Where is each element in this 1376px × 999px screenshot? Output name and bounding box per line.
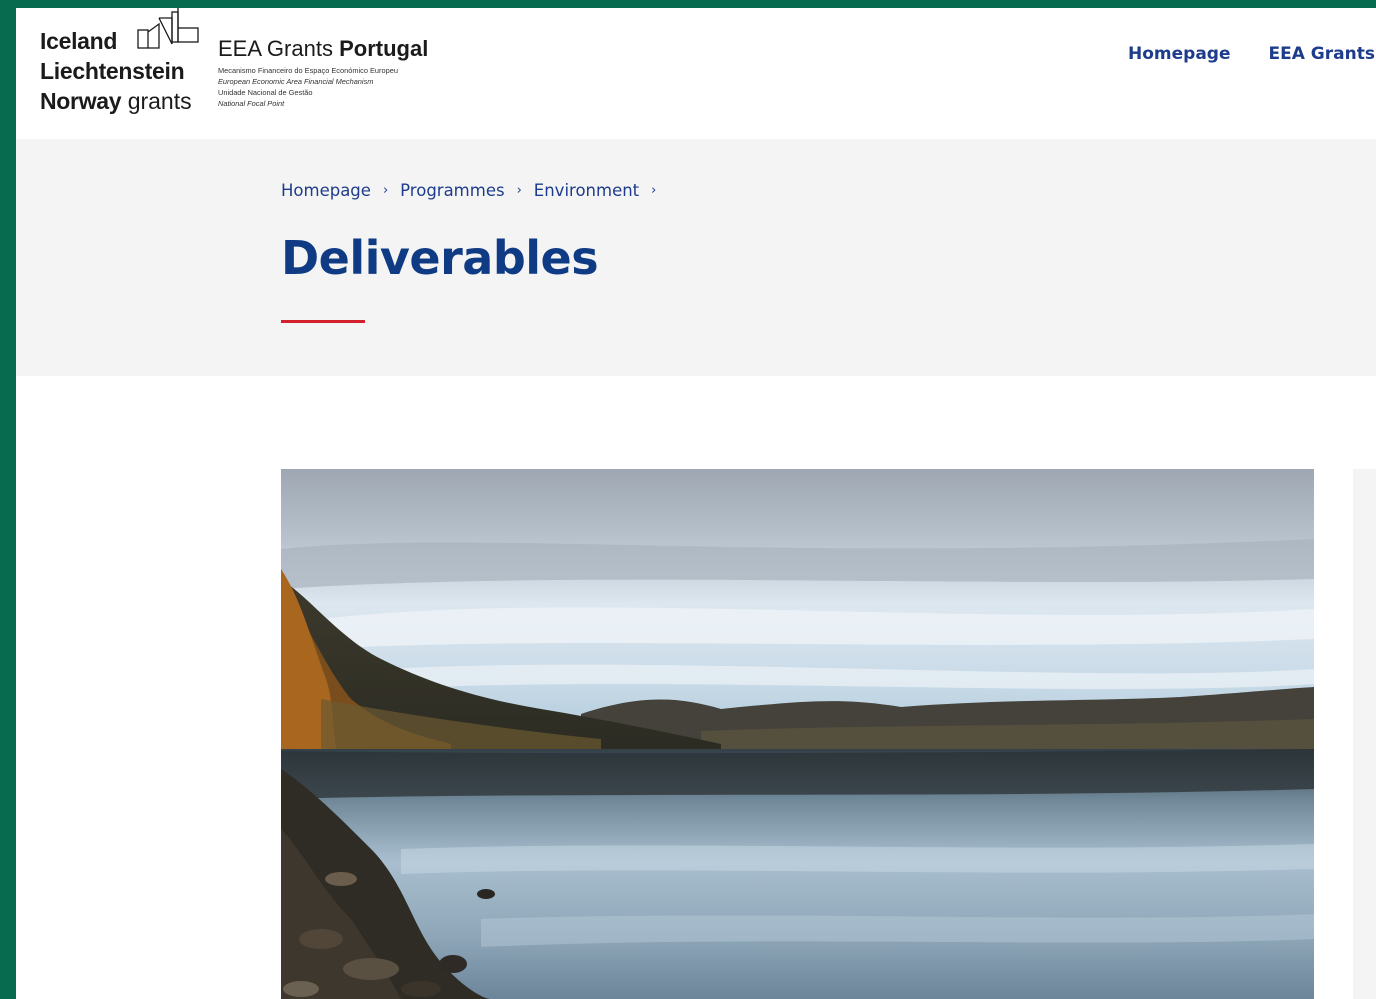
nav-link-homepage[interactable]: Homepage — [1128, 44, 1231, 64]
main-nav: Homepage EEA Grants — [1128, 44, 1375, 64]
page-header-band: Homepage › Programmes › Environment › De… — [16, 139, 1376, 376]
breadcrumb: Homepage › Programmes › Environment › — [281, 181, 668, 200]
logo-line-iceland: Iceland — [40, 28, 118, 54]
site-header: Iceland Liechtenstein Norway grants EEA … — [16, 8, 1376, 139]
logo-line-liechtenstein: Liechtenstein — [40, 58, 185, 84]
breadcrumb-programmes[interactable]: Programmes — [400, 181, 504, 200]
portugal-logo-title-normal: EEA Grants — [218, 36, 333, 61]
nav-link-eea-grants[interactable]: EEA Grants — [1269, 44, 1375, 64]
breadcrumb-environment[interactable]: Environment — [534, 181, 639, 200]
portugal-logo-sub3: Unidade Nacional de Gestão — [218, 88, 313, 97]
portugal-logo-title-bold: Portugal — [339, 36, 429, 61]
page-title: Deliverables — [281, 231, 599, 285]
portugal-logo-sub4: National Focal Point — [218, 99, 285, 108]
breadcrumb-separator-icon: › — [382, 183, 389, 198]
portugal-logo-sub2: European Economic Area Financial Mechani… — [218, 77, 374, 86]
breadcrumb-separator-icon: › — [516, 183, 522, 198]
title-underline — [281, 320, 365, 323]
breadcrumb-homepage[interactable]: Homepage — [281, 181, 371, 200]
logo-grants: grants — [127, 88, 192, 114]
portugal-logo-title: EEA Grants Portugal — [218, 36, 458, 62]
logo-norway: Norway — [40, 88, 122, 114]
page: Iceland Liechtenstein Norway grants EEA … — [16, 8, 1376, 999]
logo-building-icon — [137, 8, 199, 49]
portugal-logo-sub1: Mecanismo Financeiro do Espaço Económico… — [218, 66, 398, 75]
logo-line-norway-grants: Norway grants — [40, 88, 192, 115]
iceland-liechtenstein-norway-grants-logo[interactable]: Iceland Liechtenstein Norway grants — [40, 8, 210, 118]
sidebar-panel — [1353, 469, 1376, 999]
eea-grants-portugal-logo[interactable]: EEA Grants Portugal Mecanismo Financeiro… — [218, 36, 458, 126]
lake-landscape-image — [281, 469, 1314, 999]
breadcrumb-separator-icon: › — [651, 183, 657, 198]
